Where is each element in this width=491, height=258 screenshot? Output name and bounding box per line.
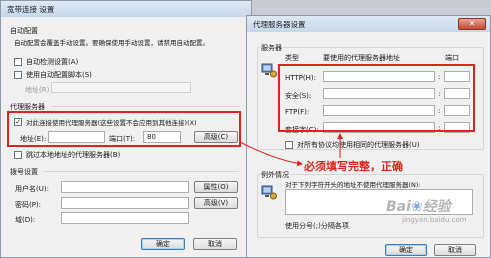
annotation-text: 必须填写完整，正确: [304, 160, 403, 173]
watermark-url: jingyan.baidu.com: [402, 216, 467, 224]
watermark-brand2-text: 经验: [422, 199, 451, 215]
watermark-brand-text: Bai: [386, 199, 411, 215]
paw-icon: ❀: [410, 199, 423, 215]
watermark-brand: Bai❀经验: [386, 196, 451, 216]
